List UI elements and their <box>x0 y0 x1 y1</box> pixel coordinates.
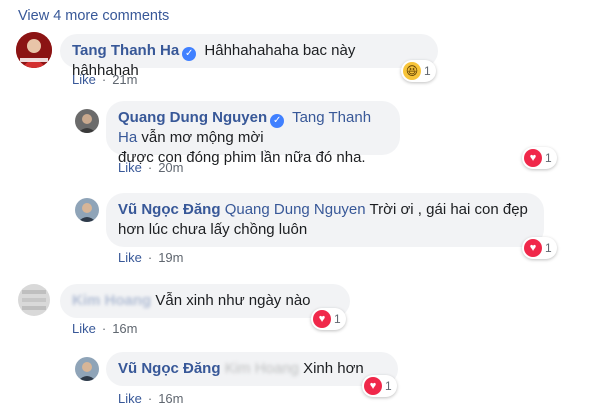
comment-author[interactable]: Tang Thanh Ha <box>72 42 179 59</box>
comment-actions: Like · 19m <box>118 250 184 265</box>
separator: · <box>101 72 107 87</box>
haha-reaction-icon: 😆 <box>403 62 421 80</box>
comment-text-line1: vẫn mơ mộng mời <box>141 129 264 146</box>
timestamp[interactable]: 16m <box>158 391 183 406</box>
comment-author[interactable]: Quang Dung Nguyen <box>118 109 267 126</box>
comment-bubble: Vũ Ngọc Đăng Kim Hoang Xinh hơn <box>106 352 398 386</box>
love-reaction-icon: ♥ <box>364 377 382 395</box>
separator: · <box>147 160 153 175</box>
reaction-count: 1 <box>545 151 552 165</box>
separator: · <box>147 250 153 265</box>
love-reaction-icon: ♥ <box>313 310 331 328</box>
comment-actions: Like · 20m <box>118 160 184 175</box>
reaction-count-badge[interactable]: ♥ 1 <box>522 147 557 169</box>
comment-text-line1: Trời ơi , gái hai con đẹp <box>369 201 528 218</box>
timestamp[interactable]: 16m <box>112 321 137 336</box>
avatar-image <box>16 32 52 68</box>
comment-text: Xinh hơn <box>303 360 364 377</box>
avatar-blurred[interactable] <box>18 284 50 316</box>
comment-actions: Like · 16m <box>118 391 184 406</box>
love-reaction-icon: ♥ <box>524 149 542 167</box>
comment-bubble: Kim Hoang Vẫn xinh như ngày nào <box>60 284 350 318</box>
separator: · <box>147 391 153 406</box>
comment-author-blurred[interactable]: Kim Hoang <box>72 291 151 311</box>
verified-badge-icon: ✓ <box>270 114 285 128</box>
timestamp[interactable]: 20m <box>158 160 183 175</box>
timestamp[interactable]: 19m <box>158 250 183 265</box>
comment-text: Vẫn xinh như ngày nào <box>155 292 311 309</box>
reaction-count: 1 <box>334 312 341 326</box>
like-button[interactable]: Like <box>118 391 142 406</box>
reaction-count: 1 <box>385 379 392 393</box>
comment-mention-blurred[interactable]: Kim Hoang <box>225 359 299 379</box>
reaction-count-badge[interactable]: 😆 1 <box>401 60 436 82</box>
comment-author[interactable]: Vũ Ngọc Đăng <box>118 201 221 218</box>
reaction-count: 1 <box>545 241 552 255</box>
like-button[interactable]: Like <box>118 250 142 265</box>
separator: · <box>101 321 107 336</box>
comment-bubble: Quang Dung Nguyen ✓ Tang Thanh Ha vẫn mơ … <box>106 101 400 166</box>
avatar-image <box>75 198 99 222</box>
comment-bubble: Tang Thanh Ha ✓ Hâhhahahaha bac này hâhha… <box>60 34 438 79</box>
reaction-count-badge[interactable]: ♥ 1 <box>522 237 557 259</box>
comment-actions: Like · 16m <box>72 321 138 336</box>
avatar-image <box>75 357 99 381</box>
avatar-tang-thanh-ha[interactable] <box>16 32 52 68</box>
reaction-count-badge[interactable]: ♥ 1 <box>362 375 397 397</box>
comment-actions: Like · 21m <box>72 72 138 87</box>
comment-mention[interactable]: Quang Dung Nguyen <box>225 201 366 218</box>
timestamp[interactable]: 21m <box>112 72 137 87</box>
like-button[interactable]: Like <box>72 72 96 87</box>
comment-bubble: Vũ Ngọc Đăng Quang Dung Nguyen Trời ơi ,… <box>106 193 544 247</box>
verified-badge-icon: ✓ <box>182 47 197 61</box>
comment-author[interactable]: Vũ Ngọc Đăng <box>118 360 221 377</box>
love-reaction-icon: ♥ <box>524 239 542 257</box>
avatar-image <box>18 284 50 316</box>
avatar-vu-ngoc-dang[interactable] <box>75 198 99 222</box>
like-button[interactable]: Like <box>72 321 96 336</box>
avatar-image <box>75 109 99 133</box>
reaction-count-badge[interactable]: ♥ 1 <box>311 308 346 330</box>
like-button[interactable]: Like <box>118 160 142 175</box>
view-more-comments-link[interactable]: View 4 more comments <box>18 8 169 24</box>
avatar-vu-ngoc-dang[interactable] <box>75 357 99 381</box>
avatar-quang-dung-nguyen[interactable] <box>75 109 99 133</box>
reaction-count: 1 <box>424 64 431 78</box>
comment-text-line2: hơn lúc chưa lấy chồng luôn <box>118 221 308 238</box>
